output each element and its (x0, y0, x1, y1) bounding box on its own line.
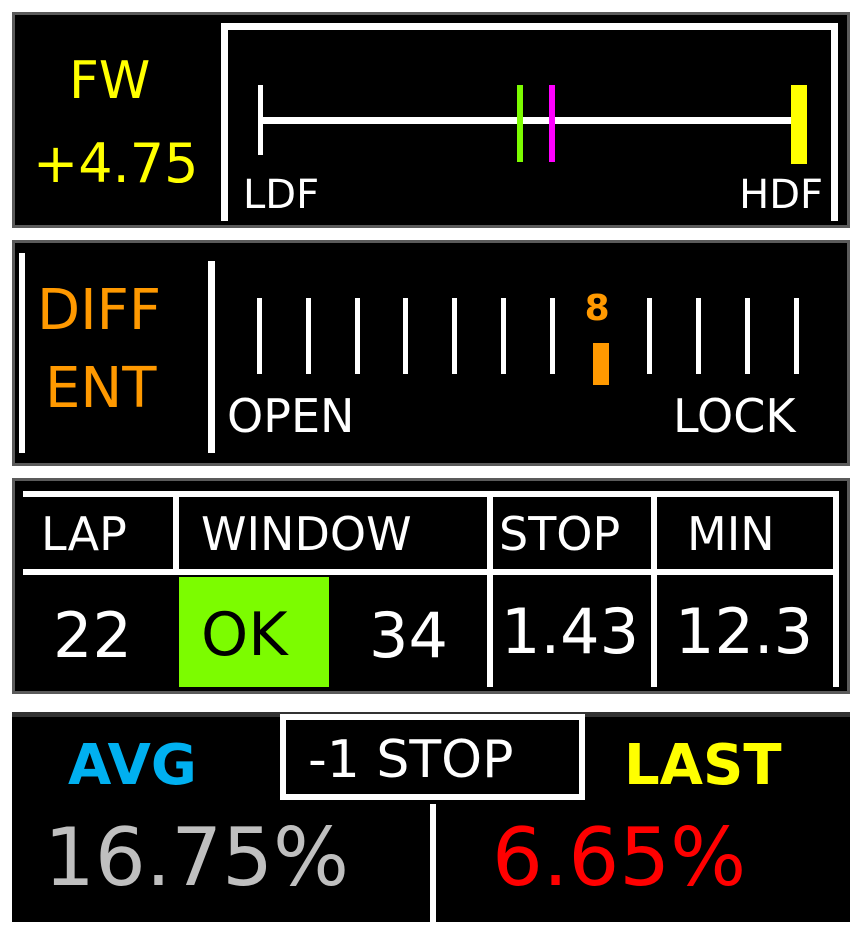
header-min: MIN (687, 507, 775, 561)
table-right-border (833, 491, 839, 687)
col-divider-2 (487, 491, 493, 687)
pit-strategy-panel: LAP WINDOW STOP MIN 22 OK 34 1.43 12.3 (12, 478, 850, 694)
avg-label: AVG (68, 733, 197, 798)
diff-tick (452, 298, 458, 374)
fw-gauge: LDF HDF (221, 23, 838, 221)
header-stop: STOP (499, 507, 621, 561)
fw-scale-left-tick (258, 85, 263, 155)
lap-value: 22 (53, 599, 132, 672)
window-ok-label: OK (201, 600, 288, 670)
front-wing-panel: FW +4.75 LDF HDF (12, 12, 850, 228)
wear-divider (430, 804, 436, 922)
diff-selected-tick (592, 343, 609, 385)
fw-scale-line (258, 117, 803, 124)
tyre-wear-panel: AVG -1 STOP LAST 16.75% 6.65% (12, 712, 850, 922)
fw-value: +4.75 (33, 132, 199, 195)
diff-tick (354, 298, 360, 374)
diff-tick (696, 298, 702, 374)
last-label: LAST (624, 733, 782, 798)
diff-tick (501, 298, 506, 374)
avg-value: 16.75% (44, 811, 350, 904)
stop-value: 1.43 (501, 595, 640, 668)
fw-current-marker (791, 85, 807, 164)
diff-tick (549, 298, 555, 374)
header-window: WINDOW (201, 507, 412, 561)
window-ok-badge: OK (179, 577, 329, 687)
diff-tick (257, 298, 262, 374)
fw-green-marker (516, 85, 523, 162)
last-value: 6.65% (492, 811, 747, 904)
fw-magenta-marker (549, 85, 556, 162)
stop-label-box: -1 STOP (280, 714, 585, 800)
min-value: 12.3 (675, 595, 814, 668)
fw-low-label: LDF (243, 172, 320, 218)
differential-panel: DIFF ENT 8 OPEN LOCK (12, 240, 850, 466)
diff-tick (793, 298, 799, 374)
header-lap: LAP (41, 507, 127, 561)
fw-label: FW (69, 51, 151, 111)
table-top-border (23, 491, 839, 497)
diff-open-label: OPEN (227, 389, 355, 443)
window-lap-value: 34 (369, 599, 448, 672)
stop-label: -1 STOP (308, 730, 514, 790)
diff-lock-label: LOCK (673, 389, 796, 443)
col-divider-3 (651, 491, 657, 687)
diff-tick (403, 298, 409, 374)
fw-high-label: HDF (739, 172, 823, 218)
diff-tick (745, 298, 750, 374)
diff-tick (305, 298, 311, 374)
diff-setting-value: 8 (584, 288, 610, 329)
col-divider-1 (173, 491, 179, 575)
table-row-divider (23, 569, 839, 575)
diff-tick (647, 298, 653, 374)
